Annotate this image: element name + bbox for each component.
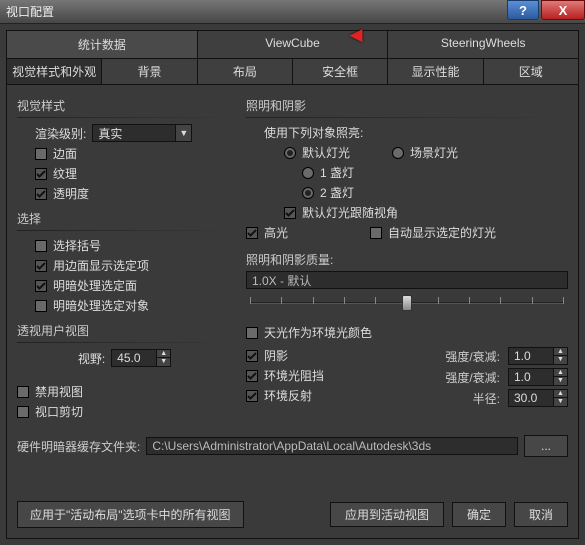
slider-thumb[interactable] xyxy=(402,295,412,311)
fov-label: 视野: xyxy=(78,350,105,367)
tab-region[interactable]: 区域 xyxy=(484,59,578,84)
two-lamp-radio[interactable] xyxy=(302,187,314,199)
skylight-checkbox[interactable] xyxy=(246,327,258,339)
shade-sel-checkbox[interactable] xyxy=(35,280,47,292)
reflect-checkbox[interactable] xyxy=(246,390,258,402)
use-lights-label: 使用下列对象照亮: xyxy=(264,124,363,141)
tab-safeframe[interactable]: 安全框 xyxy=(293,59,388,84)
shade-sel-obj-checkbox[interactable] xyxy=(35,300,47,312)
default-light-radio[interactable] xyxy=(284,147,296,159)
render-level-select[interactable]: 真实 ▼ xyxy=(92,124,192,142)
tab-layout[interactable]: 布局 xyxy=(198,59,293,84)
browse-button[interactable]: ... xyxy=(524,435,568,457)
quality-title: 照明和阴影质量: xyxy=(246,251,568,268)
viewport-clip-checkbox[interactable] xyxy=(17,406,29,418)
scene-light-radio[interactable] xyxy=(392,147,404,159)
lighting-title: 照明和阴影 xyxy=(246,97,568,114)
apply-active-button[interactable]: 应用到活动视图 xyxy=(330,502,444,527)
follow-checkbox[interactable] xyxy=(284,207,296,219)
one-lamp-radio[interactable] xyxy=(302,167,314,179)
shadow-checkbox[interactable] xyxy=(246,350,258,362)
perspective-title: 透视用户视图 xyxy=(17,322,232,339)
intensity1-spinner[interactable]: 1.0▲▼ xyxy=(508,347,568,365)
main-tabs: 统计数据 ViewCube SteeringWheels xyxy=(6,30,579,59)
cancel-button[interactable]: 取消 xyxy=(514,502,568,527)
quality-slider[interactable] xyxy=(250,293,564,313)
edged-checkbox[interactable] xyxy=(35,148,47,160)
select-bracket-checkbox[interactable] xyxy=(35,240,47,252)
tab-stats[interactable]: 统计数据 xyxy=(7,31,198,58)
spinner-down-icon[interactable]: ▼ xyxy=(157,358,170,366)
render-level-label: 渲染级别: xyxy=(35,125,86,142)
ao-checkbox[interactable] xyxy=(246,370,258,382)
disable-view-checkbox[interactable] xyxy=(17,386,29,398)
window-title: 视口配置 xyxy=(0,3,54,20)
ok-button[interactable]: 确定 xyxy=(452,502,506,527)
radius-spinner[interactable]: 30.0▲▼ xyxy=(508,389,568,407)
close-button[interactable]: X xyxy=(541,0,585,20)
fov-spinner[interactable]: 45.0 ▲▼ xyxy=(111,349,171,367)
apply-all-button[interactable]: 应用于"活动布局"选项卡中的所有视图 xyxy=(17,501,244,528)
tab-visual-style[interactable]: 视觉样式和外观 xyxy=(7,59,102,84)
transparency-checkbox[interactable] xyxy=(35,188,47,200)
spinner-up-icon[interactable]: ▲ xyxy=(157,350,170,358)
edge-faces-checkbox[interactable] xyxy=(35,260,47,272)
intensity2-spinner[interactable]: 1.0▲▼ xyxy=(508,368,568,386)
auto-show-checkbox[interactable] xyxy=(370,227,382,239)
sub-tabs: 视觉样式和外观 背景 布局 安全框 显示性能 区域 xyxy=(6,59,579,85)
selection-title: 选择 xyxy=(17,210,232,227)
tab-steeringwheels[interactable]: SteeringWheels xyxy=(388,31,578,58)
highlight-checkbox[interactable] xyxy=(246,227,258,239)
quality-field[interactable]: 1.0X - 默认 xyxy=(246,271,568,289)
help-button[interactable]: ? xyxy=(507,0,539,20)
visual-style-title: 视觉样式 xyxy=(17,97,232,114)
tab-background[interactable]: 背景 xyxy=(102,59,197,84)
hw-cache-label: 硬件明暗器缓存文件夹: xyxy=(17,438,140,455)
tab-performance[interactable]: 显示性能 xyxy=(388,59,483,84)
texture-checkbox[interactable] xyxy=(35,168,47,180)
chevron-down-icon: ▼ xyxy=(175,125,191,141)
hw-cache-path[interactable]: C:\Users\Administrator\AppData\Local\Aut… xyxy=(146,437,518,455)
annotation-arrow: ◄ xyxy=(345,22,367,48)
